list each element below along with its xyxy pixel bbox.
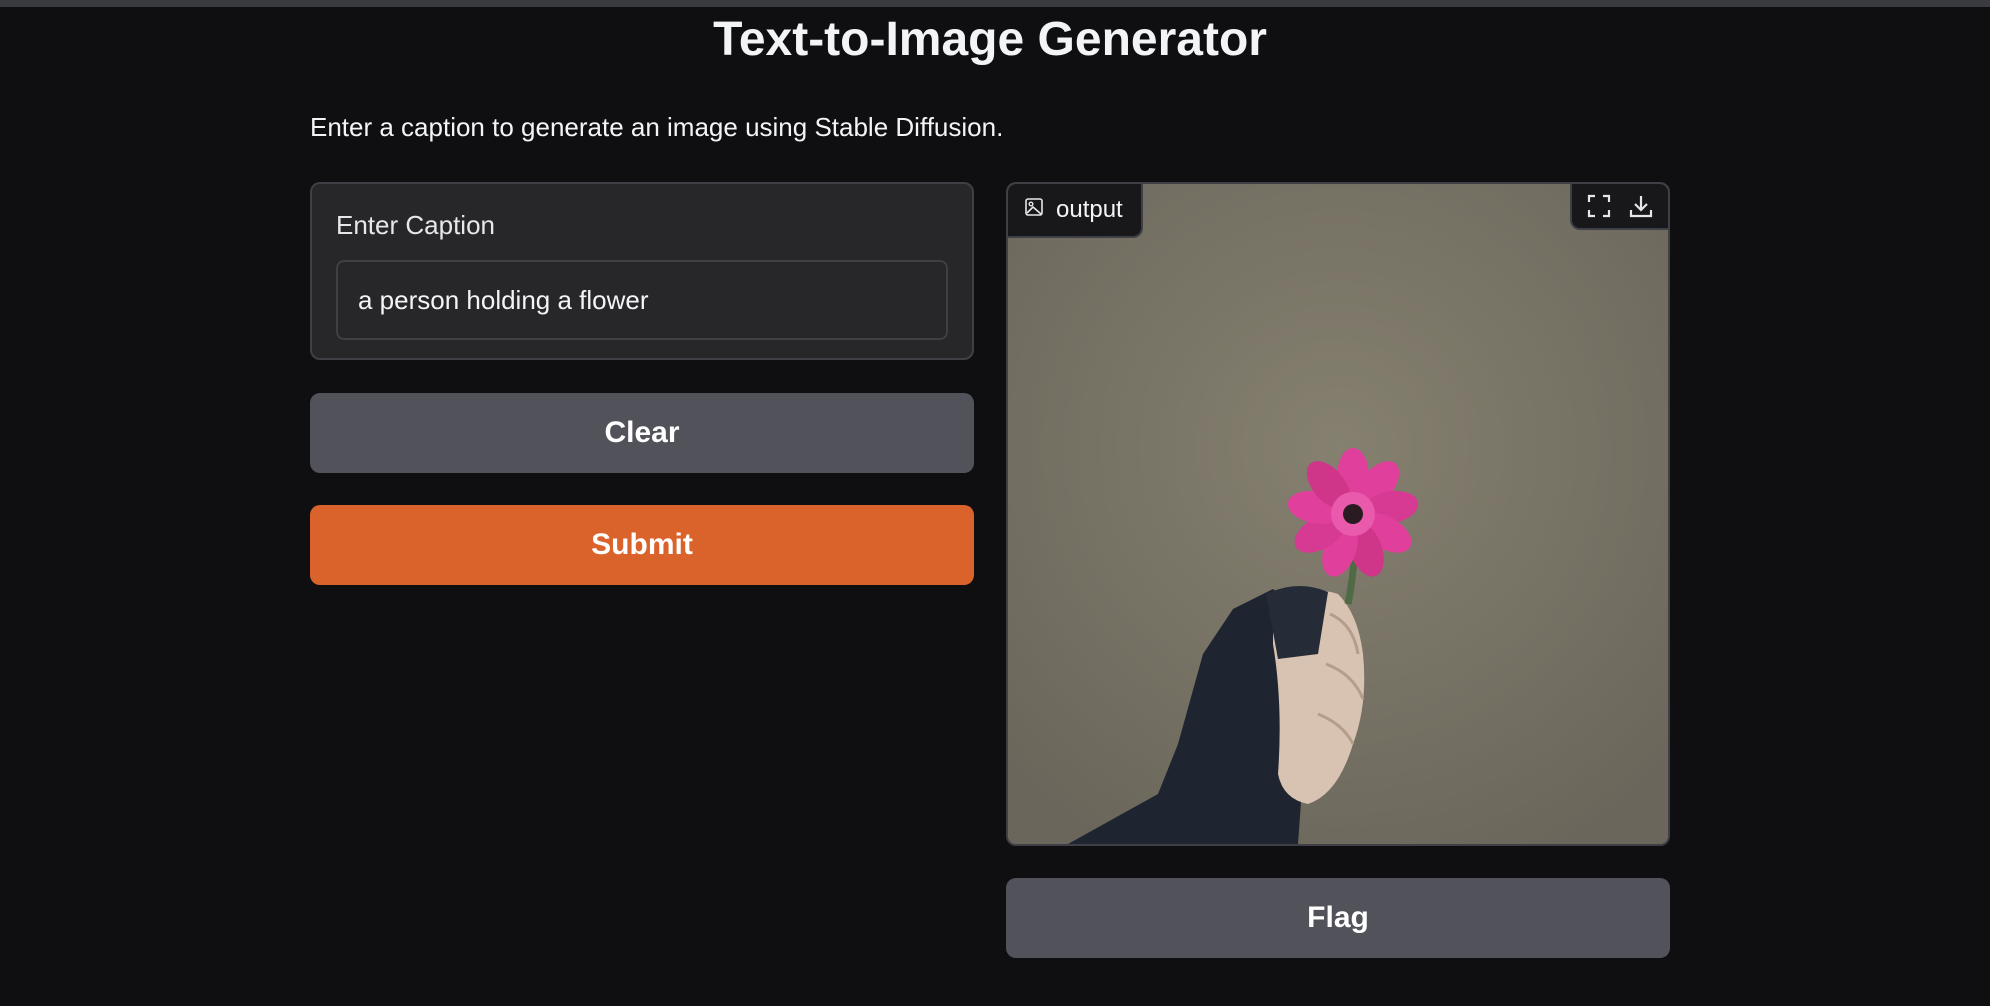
caption-input[interactable] bbox=[336, 260, 948, 340]
app-page: Text-to-Image Generator Enter a caption … bbox=[0, 0, 1990, 1006]
clear-button[interactable]: Clear bbox=[310, 393, 974, 473]
caption-label: Enter Caption bbox=[336, 210, 495, 240]
page-title: Text-to-Image Generator bbox=[713, 13, 1267, 66]
output-label-tag: output bbox=[1008, 184, 1143, 238]
generated-image bbox=[1008, 184, 1668, 844]
image-toolbar bbox=[1570, 184, 1668, 230]
output-label: output bbox=[1056, 196, 1123, 223]
output-image-panel: output bbox=[1006, 182, 1670, 846]
top-strip bbox=[0, 0, 1990, 7]
page-description: Enter a caption to generate an image usi… bbox=[310, 112, 1004, 142]
submit-button[interactable]: Submit bbox=[310, 505, 974, 585]
download-icon[interactable] bbox=[1620, 186, 1662, 226]
flag-button[interactable]: Flag bbox=[1006, 878, 1670, 958]
fullscreen-icon[interactable] bbox=[1578, 186, 1620, 226]
image-icon bbox=[1024, 196, 1044, 224]
caption-block: Enter Caption bbox=[310, 182, 974, 360]
